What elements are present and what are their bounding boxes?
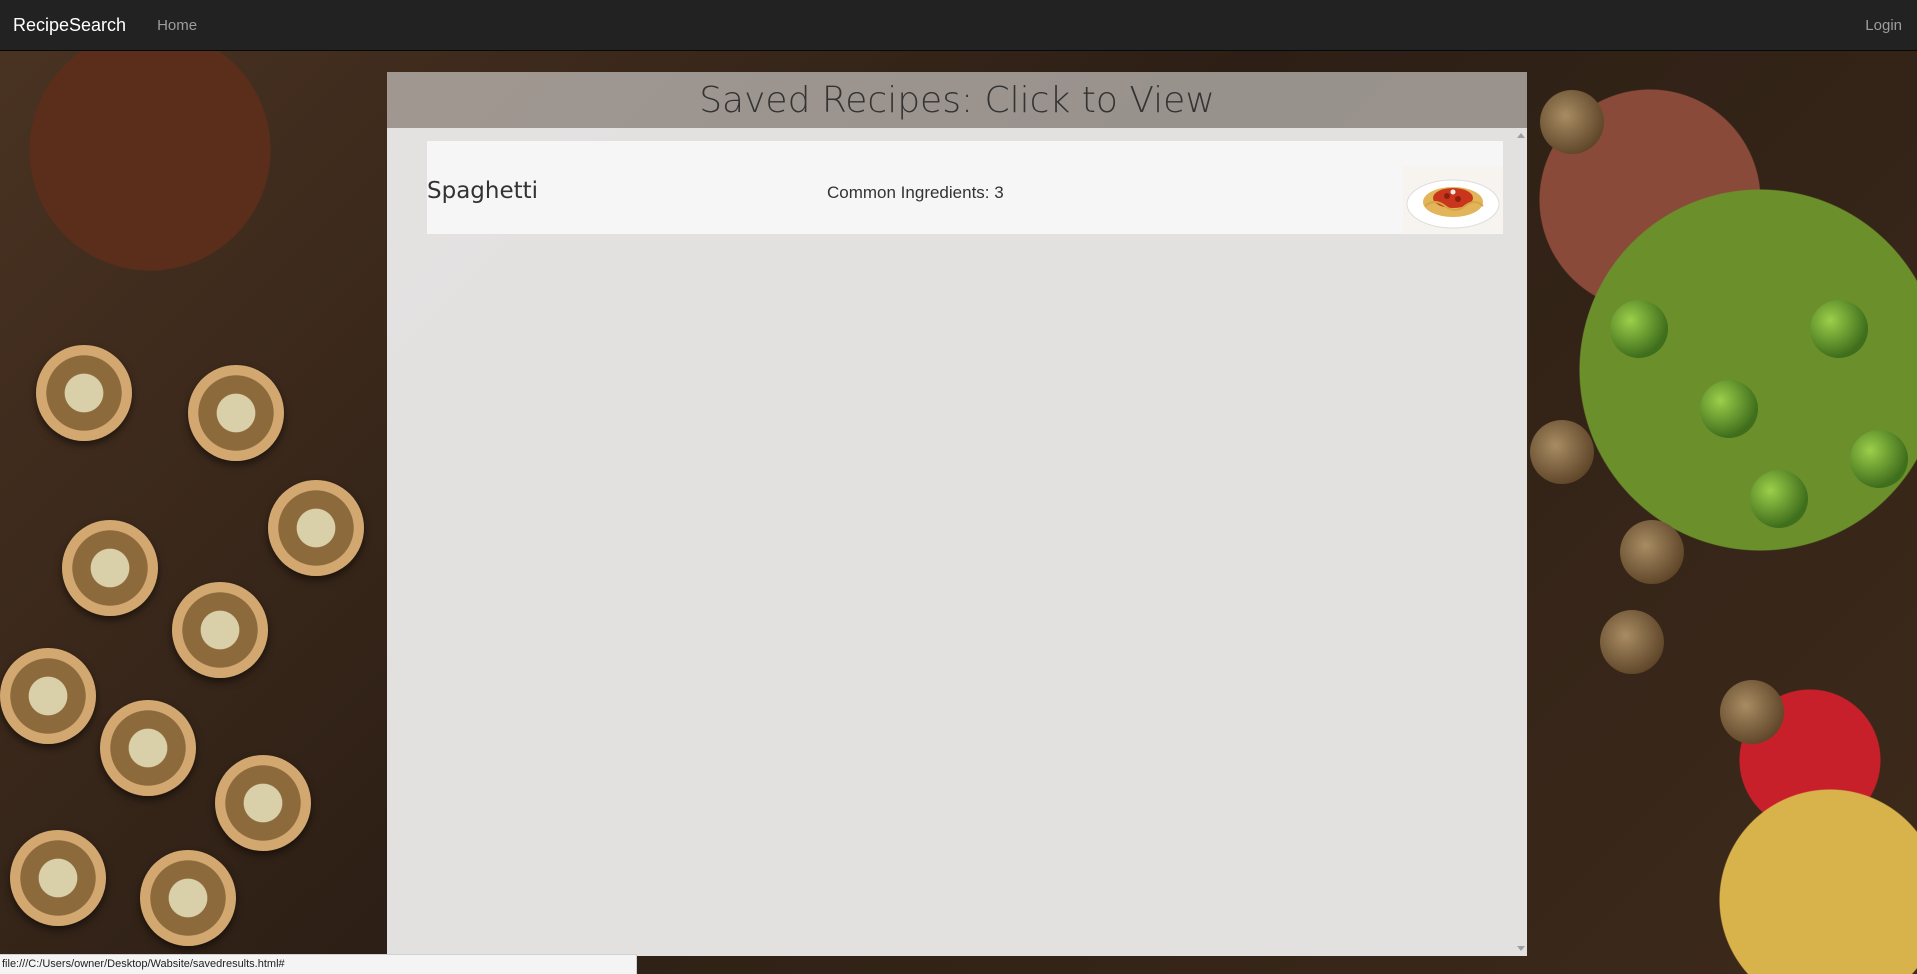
page-title-band: Saved Recipes: Click to View (387, 72, 1527, 128)
background-decoration (188, 365, 284, 461)
background-decoration (215, 755, 311, 851)
background-decoration (0, 648, 96, 744)
background-decoration (62, 520, 158, 616)
recipe-name: Spaghetti (427, 178, 539, 204)
panel-scrollbar[interactable] (1515, 128, 1527, 956)
nav-home-link[interactable]: Home (157, 17, 197, 34)
saved-recipe-item[interactable]: Spaghetti Common Ingredients: 3 (427, 141, 1503, 234)
background-decoration (1610, 300, 1668, 358)
background-decoration (100, 700, 196, 796)
background-decoration (1540, 90, 1604, 154)
background-decoration (1750, 470, 1808, 528)
background-decoration (1620, 520, 1684, 584)
background-decoration (1600, 610, 1664, 674)
background-decoration (1530, 420, 1594, 484)
brand-link[interactable]: RecipeSearch (13, 15, 126, 36)
background-decoration (1810, 300, 1868, 358)
scroll-down-arrow-icon[interactable] (1517, 946, 1525, 951)
background-decoration (36, 345, 132, 441)
background-decoration (1700, 380, 1758, 438)
top-navbar: RecipeSearch Home Login (0, 0, 1917, 51)
nav-login-link[interactable]: Login (1865, 17, 1902, 34)
background-decoration (268, 480, 364, 576)
background-decoration (140, 850, 236, 946)
browser-status-bar: file:///C:/Users/owner/Desktop/Wabsite/s… (0, 954, 637, 974)
background-decoration (172, 582, 268, 678)
spaghetti-plate-image (1403, 166, 1503, 233)
scroll-up-arrow-icon[interactable] (1517, 133, 1525, 138)
common-ingredients-count: Common Ingredients: 3 (827, 183, 1004, 202)
background-decoration (1720, 680, 1784, 744)
background-decoration (10, 830, 106, 926)
page-title: Saved Recipes: Click to View (699, 79, 1215, 121)
saved-recipes-panel: Spaghetti Common Ingredients: 3 (387, 128, 1527, 956)
spaghetti-thumbnail-image (1403, 166, 1503, 233)
background-decoration (1850, 430, 1908, 488)
